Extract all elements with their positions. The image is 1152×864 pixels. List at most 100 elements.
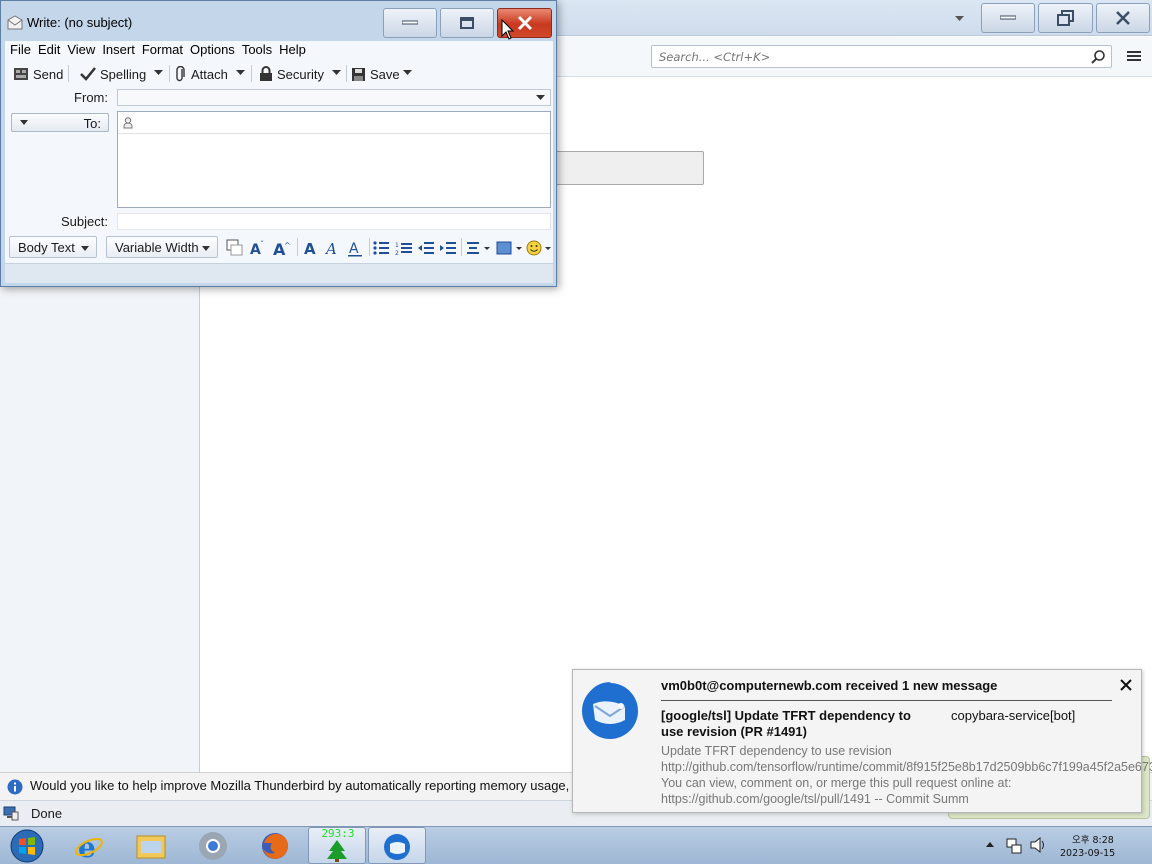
to-recipient-list[interactable] [117, 111, 551, 208]
to-label: To: [83, 116, 101, 131]
paragraph-style-value: Body Text [18, 240, 75, 255]
security-dropdown-icon[interactable] [332, 70, 341, 76]
compose-body: File Edit View Insert Format Options Too… [5, 41, 553, 283]
close-icon [517, 15, 532, 31]
close-icon[interactable] [1119, 678, 1133, 692]
smaller-text-button[interactable]: Aˇ [248, 238, 268, 258]
larger-text-button[interactable]: A ^ [271, 238, 291, 258]
search-input[interactable] [652, 46, 1072, 67]
subject-input[interactable] [118, 214, 550, 229]
menu-help[interactable]: Help [279, 41, 306, 61]
menu-edit[interactable]: Edit [38, 41, 60, 61]
spelling-label: Spelling [100, 66, 147, 82]
bullet-list-button[interactable] [371, 238, 391, 258]
paragraph-style-select[interactable]: Body Text [9, 236, 97, 258]
close-icon [1116, 11, 1130, 25]
chevron-down-icon [202, 246, 210, 251]
minimize-icon [402, 20, 418, 25]
toolbar-separator [346, 65, 347, 82]
svg-text:A: A [304, 240, 316, 256]
main-close-button[interactable] [1096, 3, 1150, 33]
security-label: Security [277, 66, 324, 82]
format-separator [297, 238, 298, 256]
indent-button[interactable] [437, 238, 457, 258]
underline-button[interactable]: A [345, 238, 365, 258]
recipient-type-button[interactable]: To: [11, 113, 109, 132]
menu-tools[interactable]: Tools [242, 41, 272, 61]
search-icon[interactable] [1090, 49, 1106, 65]
show-hidden-icons-icon[interactable] [986, 842, 994, 848]
menu-options[interactable]: Options [190, 41, 235, 61]
taskbar-thunderbird[interactable] [368, 827, 426, 864]
notification-text: Would you like to help improve Mozilla T… [30, 778, 596, 793]
format-toolbar: Body Text Variable Width Aˇ A ^ A A A 1 … [5, 234, 553, 262]
new-mail-alert[interactable]: vm0b0t@computernewb.com received 1 new m… [572, 669, 1152, 813]
insert-image-button[interactable] [495, 238, 523, 258]
checkmark-icon [80, 67, 96, 81]
svg-text:A: A [349, 241, 359, 257]
subject-label: Subject: [61, 214, 108, 229]
text-color-button[interactable] [224, 238, 244, 258]
format-separator [369, 238, 370, 256]
menu-file[interactable]: File [10, 41, 31, 61]
network-icon[interactable] [1006, 837, 1022, 855]
svg-text:A: A [325, 240, 337, 256]
main-restore-button[interactable] [1038, 3, 1093, 33]
security-button[interactable]: Security [259, 64, 324, 84]
from-select[interactable] [117, 89, 551, 106]
person-icon [123, 117, 133, 129]
taskbar-chrome[interactable] [184, 827, 242, 864]
search-box[interactable] [651, 45, 1112, 68]
insert-smiley-button[interactable] [525, 238, 553, 258]
taskbar-counter-app[interactable]: 293:3 [308, 827, 366, 864]
numbered-list-button[interactable]: 12 [393, 238, 413, 258]
spelling-button[interactable]: Spelling [80, 64, 146, 84]
taskbar-internet-explorer[interactable]: e [60, 827, 118, 864]
internet-explorer-icon: e [75, 831, 103, 861]
align-center-icon [467, 242, 490, 254]
start-button[interactable] [2, 827, 52, 864]
menu-view[interactable]: View [67, 41, 95, 61]
hamburger-menu-icon[interactable] [1124, 47, 1144, 65]
send-button[interactable]: Send [13, 64, 63, 84]
compose-toolbar: Send Spelling Attach Security Save [5, 62, 553, 86]
to-recipient-row[interactable] [118, 112, 550, 134]
font-select[interactable]: Variable Width [106, 236, 218, 258]
save-button[interactable]: Save [351, 64, 400, 84]
italic-button[interactable]: A [323, 238, 343, 258]
compose-maximize-button[interactable] [440, 8, 494, 38]
attach-dropdown-icon[interactable] [236, 70, 245, 76]
volume-icon[interactable] [1030, 837, 1048, 853]
spelling-dropdown-icon[interactable] [154, 70, 163, 76]
content-input-box[interactable] [545, 151, 704, 185]
image-icon [496, 241, 522, 255]
outdent-button[interactable] [415, 238, 435, 258]
send-label: Send [33, 66, 64, 82]
attach-label: Attach [191, 66, 228, 82]
bold-button[interactable]: A [301, 238, 321, 258]
taskbar-file-explorer[interactable] [122, 827, 180, 864]
alert-divider [661, 700, 1112, 701]
clock-date[interactable]: 2023-09-15 [1060, 848, 1115, 859]
attach-button[interactable]: Attach [175, 64, 228, 84]
svg-text:2: 2 [395, 250, 399, 256]
menu-insert[interactable]: Insert [102, 41, 135, 61]
chevron-down-icon [20, 120, 28, 125]
align-button[interactable] [465, 238, 493, 258]
clock-time[interactable]: 오후 8:28 [1072, 832, 1114, 846]
main-minimize-button[interactable] [981, 3, 1035, 33]
online-status-icon[interactable] [3, 806, 19, 821]
chevron-down-icon[interactable] [952, 12, 966, 26]
subject-field[interactable] [117, 213, 551, 230]
info-icon [7, 779, 23, 795]
counter-label: 293:3 [321, 827, 355, 840]
menu-format[interactable]: Format [142, 41, 183, 61]
firefox-icon [262, 832, 288, 859]
save-dropdown-icon[interactable] [403, 70, 412, 76]
underline-icon: A [348, 241, 362, 257]
restore-icon [1056, 10, 1074, 26]
compose-minimize-button[interactable] [383, 8, 437, 38]
tree-icon [327, 839, 347, 862]
taskbar-firefox[interactable] [246, 827, 304, 864]
send-icon [14, 68, 28, 80]
